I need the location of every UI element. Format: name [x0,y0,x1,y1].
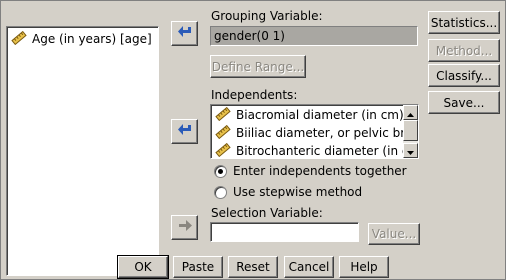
value-button[interactable]: Value... [368,223,420,245]
list-item[interactable]: Age (in years) [age] [7,30,158,48]
arrow-right-icon [177,219,193,236]
ok-button[interactable]: OK [117,255,169,279]
method-label: Method... [435,43,493,58]
reset-button[interactable]: Reset [228,256,278,278]
scrollbar-thumb[interactable] [403,120,418,141]
statistics-label: Statistics... [430,15,498,30]
ruler-scale-icon [215,106,231,124]
list-item-label: Biacromial diameter (in cm) ... [236,108,403,122]
independents-label: Independents: [211,88,298,102]
list-item[interactable]: Biiliac diameter, or pelvic br... [211,124,403,142]
save-label: Save... [443,95,485,110]
list-item[interactable]: Biacromial diameter (in cm) ... [211,106,403,124]
triangle-up-icon [407,106,414,120]
stepwise-label: Use stepwise method [233,185,363,199]
ok-label: OK [134,260,152,274]
enter-together-label: Enter independents together [233,164,407,178]
define-range-label: Define Range... [211,59,305,74]
discriminant-analysis-dialog: Age (in years) [age] Grouping Variable: … [0,0,506,280]
selection-variable-label: Selection Variable: [211,206,323,220]
save-button[interactable]: Save... [428,91,500,114]
independents-list[interactable]: Biacromial diameter (in cm) ... Biiliac … [210,104,419,159]
ruler-scale-icon [215,142,231,160]
arrow-left-icon [177,25,193,42]
list-item[interactable]: Bitrochanteric diameter (in c... [211,142,403,160]
stepwise-radio[interactable]: Use stepwise method [214,185,362,199]
list-item-label: Age (in years) [age] [32,32,152,46]
independents-scrollbar[interactable] [403,105,418,158]
reset-label: Reset [236,260,270,274]
method-button[interactable]: Method... [428,39,500,62]
paste-button[interactable]: Paste [173,256,223,278]
move-to-independents-button[interactable] [171,119,198,144]
grouping-variable-field[interactable]: gender(0 1) [210,26,418,46]
scroll-up-button[interactable] [403,105,418,120]
cancel-label: Cancel [288,260,330,274]
triangle-down-icon [407,144,414,158]
list-item-label: Bitrochanteric diameter (in c... [236,144,403,158]
classify-button[interactable]: Classify... [428,64,500,87]
ruler-scale-icon [11,30,27,48]
define-range-button[interactable]: Define Range... [210,55,306,78]
classify-label: Classify... [436,68,492,83]
list-item-label: Biiliac diameter, or pelvic br... [236,126,403,140]
scroll-down-button[interactable] [403,143,418,158]
move-to-grouping-button[interactable] [171,21,198,46]
radio-circle [214,185,227,199]
ruler-scale-icon [215,124,231,142]
help-label: Help [350,260,378,274]
enter-together-radio[interactable]: Enter independents together [214,164,407,178]
paste-label: Paste [181,260,215,274]
cancel-button[interactable]: Cancel [284,256,334,278]
statistics-button[interactable]: Statistics... [428,11,500,34]
grouping-variable-label: Grouping Variable: [211,9,323,23]
selection-variable-field[interactable] [210,222,359,242]
move-to-selection-button[interactable] [171,215,198,240]
radio-circle [214,164,227,178]
value-button-label: Value... [371,227,417,241]
arrow-left-icon [177,123,193,140]
source-variable-list[interactable]: Age (in years) [age] [6,26,159,276]
radio-dot [218,168,223,174]
help-button[interactable]: Help [339,256,389,278]
